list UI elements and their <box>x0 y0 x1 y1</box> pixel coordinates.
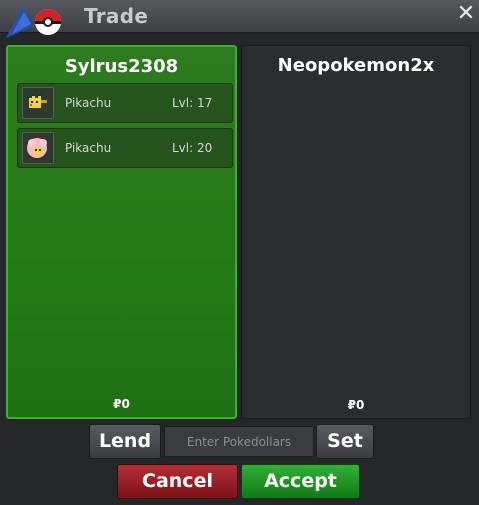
my-player-name: Sylrus2308 <box>64 56 179 77</box>
cancel-button[interactable]: Cancel <box>117 464 238 499</box>
my-money-amount: ₽0 <box>113 397 130 411</box>
pokemon-name: Pikachu <box>65 141 112 155</box>
pokemon-level: Lvl: 17 <box>172 96 213 110</box>
lend-button[interactable]: Lend <box>89 424 161 459</box>
pokemon-slot[interactable]: Pikachu Lvl: 20 <box>17 128 233 168</box>
pikachu-sprite-icon <box>22 87 54 119</box>
pokemon-level: Lvl: 20 <box>172 141 213 155</box>
title-bar[interactable]: Trade ✕ <box>0 0 479 38</box>
trade-window: Trade ✕ Sylrus2308 Pikachu Lvl: 17 Pikac… <box>0 0 479 505</box>
pokeball-logo-icon <box>6 6 61 38</box>
pokemon-slot[interactable]: Pikachu Lvl: 17 <box>17 83 233 123</box>
window-title: Trade <box>84 4 149 28</box>
pokedollars-input[interactable] <box>164 426 314 457</box>
close-icon[interactable]: ✕ <box>456 3 476 25</box>
pokemon-name: Pikachu <box>65 96 112 110</box>
partner-money-amount: ₽0 <box>347 398 365 412</box>
pikachu-sprite-icon <box>22 132 54 164</box>
set-button[interactable]: Set <box>316 424 374 459</box>
accept-button[interactable]: Accept <box>241 464 360 499</box>
my-offer-panel: Sylrus2308 Pikachu Lvl: 17 Pikachu Lvl: … <box>6 45 237 419</box>
partner-player-name: Neopokemon2x <box>277 55 435 76</box>
partner-offer-panel: Neopokemon2x ₽0 <box>241 45 471 419</box>
